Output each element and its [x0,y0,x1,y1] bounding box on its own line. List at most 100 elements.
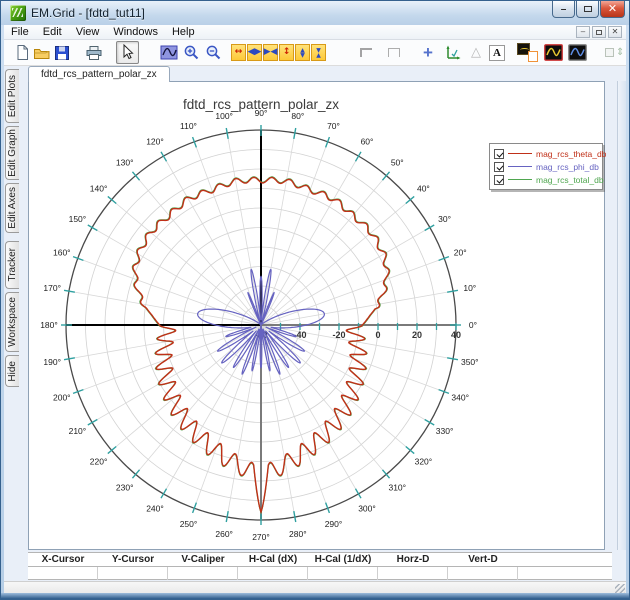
angle-label: 40° [417,184,430,194]
angle-label: 160° [53,247,71,257]
vertical-spacing-button-icon: ⇕ [616,47,625,58]
radial-label: 40 [451,330,461,340]
title-bar[interactable]: EM.Grid - [fdtd_tut11] – ✕ [1,1,629,25]
sidebar-tab-workspace[interactable]: Workspace [5,292,19,352]
radial-label: -20 [332,330,345,340]
angle-label: 80° [291,111,304,121]
angle-label: 170° [43,283,61,293]
plot-panel: 0° 10° 20° 30° 40° 50° 60° 70° 80° 90° 100° 110° 120… [28,81,606,550]
sidebar-tab-edit-plots[interactable]: Edit Plots [5,69,19,123]
angle-label: 140° [90,184,108,194]
document-tab[interactable]: fdtd_rcs_pattern_polar_zx [28,66,170,82]
graph-style-blue-button[interactable] [567,42,587,64]
angle-label: 280° [289,529,307,539]
crosshair-button[interactable]: + [419,42,437,64]
mdi-client-area: Edit Plots Edit Graph Edit Axes Tracker Work… [4,66,626,595]
corner-annotation-button-icon [360,48,372,57]
shrink-y-button[interactable]: ▼ ▲ [311,44,326,61]
menu-file[interactable]: File [4,25,36,40]
sidebar-tab-edit-axes[interactable]: Edit Axes [5,183,19,233]
angle-label: 100° [215,111,233,121]
cursor-col-value [448,567,518,580]
mdi-close-button[interactable]: ✕ [608,26,622,38]
close-button[interactable]: ✕ [600,1,625,18]
angle-tick [447,289,459,293]
angle-tick [293,127,297,139]
angle-label: 310° [388,482,406,492]
zoom-in-button[interactable] [181,42,201,64]
sidebar-tab-edit-graph[interactable]: Edit Graph [5,126,19,180]
angle-label: 330° [436,426,454,436]
angle-tick [225,511,229,523]
mdi-restore-button[interactable] [592,26,606,38]
inset-graph-button[interactable] [517,42,539,63]
open-file-button[interactable] [32,42,52,64]
legend-checkbox[interactable] [494,174,504,185]
legend-row: mag_rcs_theta_db [494,147,606,160]
zoom-window-button[interactable] [159,42,179,64]
graph-style-yellow-button[interactable] [543,42,563,64]
menu-windows[interactable]: Windows [106,25,165,40]
cursor-table-values [28,567,612,580]
legend-label: mag_rcs_theta_db [536,148,607,159]
box-annotation-button[interactable] [385,42,403,64]
legend-label: mag_rcs_phi_db [536,161,599,172]
print-button[interactable] [84,42,104,64]
cursor-col-value [98,567,168,580]
expand-y-button[interactable]: ↕ [279,44,294,61]
sidebar-tab-label: Edit Axes [7,187,18,229]
pointer-tool-button[interactable] [116,41,139,64]
cursor-col-value [28,567,98,580]
menu-edit[interactable]: Edit [36,25,69,40]
sidebar-tab-tracker[interactable]: Tracker [5,241,19,289]
cursor-table-header: X-Cursor Y-Cursor V-Caliper H-Cal (dX) H-Cal… [28,553,612,567]
axes-tool-button[interactable] [443,42,463,64]
shrink-y-button-icon: ▼ ▲ [316,46,321,59]
menu-help[interactable]: Help [165,25,202,40]
mdi-minimize-button[interactable]: – [576,26,590,38]
radial-label: 0 [375,330,380,340]
angle-label: 300° [358,504,376,514]
legend-line-swatch [508,153,532,154]
new-file-button[interactable] [12,42,32,64]
legend-box: mag_rcs_theta_db mag_rcs_phi_db mag_rcs_to… [489,143,606,190]
angle-label: 30° [438,214,451,224]
triangle-marker-button[interactable]: △ [467,42,485,64]
angle-label: 70° [327,121,340,131]
angle-label: 320° [415,456,433,466]
sidebar-tab-label: Hide [7,360,18,382]
save-button[interactable] [52,42,72,64]
shrink-x-button[interactable]: ▶◀ [263,44,278,61]
angle-label: 0° [469,320,477,330]
angle-label: 270° [252,532,270,542]
vertical-spacing-button[interactable]: ⇕ [605,42,626,64]
cursor-col-header: H-Cal (1/dX) [314,554,372,565]
legend-checkbox[interactable] [494,148,504,159]
menu-view[interactable]: View [69,25,107,40]
corner-annotation-button[interactable] [357,42,375,64]
expand-x-button[interactable]: ↔ [231,44,246,61]
angle-label: 350° [461,357,479,367]
angle-tick [63,289,75,293]
inset-frame-icon [528,50,538,62]
cursor-col-header: H-Cal (dX) [248,554,298,565]
pan-x-button[interactable]: ◀▶ [247,44,262,61]
angle-label: 150° [69,214,87,224]
legend-row: mag_rcs_total_db [494,173,604,186]
legend-checkbox[interactable] [494,161,504,172]
expand-x-button-icon: ↔ [234,47,243,57]
window-title: EM.Grid - [fdtd_tut11] [31,6,145,20]
text-tool-button[interactable]: A [489,44,505,61]
sidebar-tab-hide[interactable]: Hide [5,355,19,387]
maximize-button[interactable] [576,1,599,18]
minimize-button[interactable]: – [552,1,575,18]
sidebar-tab-label: Workspace [7,297,18,347]
angle-label: 250° [180,519,198,529]
angle-tick [293,511,297,523]
angle-label: 290° [325,519,343,529]
zoom-out-button[interactable] [203,42,223,64]
mdi-restore-icon [596,29,602,35]
cursor-col-value [238,567,308,580]
window-bottom-border [1,593,629,599]
pan-y-button[interactable]: ▲ ▼ [295,44,310,61]
